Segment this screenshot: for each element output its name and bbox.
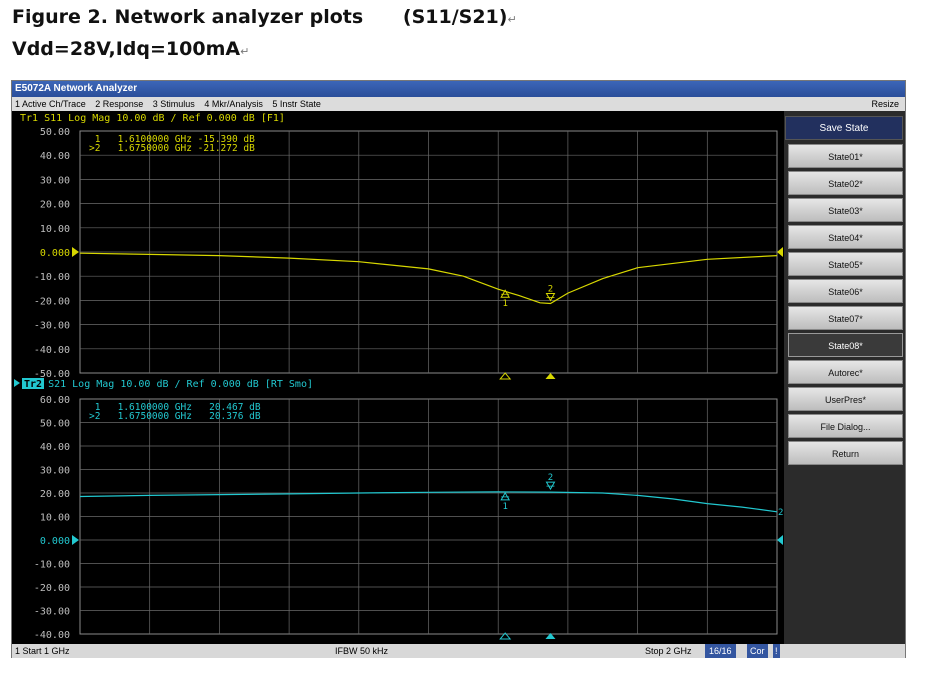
s21-y-tick-label: 60.00 (40, 395, 70, 406)
s21-y-tick-label: 10.00 (40, 513, 70, 524)
conditions-caption-text: Vdd=28V,Idq=100mA (12, 38, 241, 60)
s21-trace-end-label: 2 (778, 508, 783, 518)
s11-y-tick-label: -10.00 (34, 272, 70, 283)
s21-y-tick-label: 0.000 (40, 536, 70, 547)
s21-y-tick-label: -40.00 (34, 630, 70, 641)
s21-y-tick-label: 30.00 (40, 466, 70, 477)
trace-display: Tr1 S11 Log Mag 10.00 dB / Ref 0.000 dB … (14, 113, 783, 641)
s11-trace-id[interactable]: Tr1 (20, 113, 38, 124)
s11-y-tick-label: 50.00 (40, 127, 70, 138)
s21-reference-arrow-left-icon (72, 535, 79, 545)
measurement-screen: Tr1 S11 Log Mag 10.00 dB / Ref 0.000 dB … (12, 111, 784, 644)
conditions-caption: Vdd=28V,Idq=100mA↵ (12, 38, 249, 60)
s11-y-tick-label: 10.00 (40, 224, 70, 235)
return-mark-icon: ↵ (507, 13, 517, 26)
s11-y-tick-label: -20.00 (34, 296, 70, 307)
sweep-count-badge: 16/16 (705, 644, 736, 658)
s21-trace-id[interactable]: Tr2 (24, 379, 42, 390)
s21-marker-1-label: 1 (502, 502, 507, 512)
menu-response[interactable]: 2 Response (95, 99, 143, 109)
softkey-file-dialog[interactable]: File Dialog... (788, 414, 903, 438)
softkey-state04[interactable]: State04* (788, 225, 903, 249)
softkey-title: Save State (785, 116, 903, 140)
softkey-panel: Save State State01* State02* State03* St… (784, 111, 905, 644)
s11-marker-1-position-icon (499, 372, 512, 380)
network-analyzer-window: E5072A Network Analyzer 1 Active Ch/Trac… (11, 80, 906, 658)
softkey-state07[interactable]: State07* (788, 306, 903, 330)
s11-trace-header: Tr1 S11 Log Mag 10.00 dB / Ref 0.000 dB … (20, 113, 285, 124)
menu-active-ch-trace[interactable]: 1 Active Ch/Trace (15, 99, 86, 109)
s21-trace-settings: S21 Log Mag 10.00 dB / Ref 0.000 dB [RT … (42, 379, 313, 390)
window-title: E5072A Network Analyzer (12, 81, 905, 97)
menu-stimulus[interactable]: 3 Stimulus (153, 99, 195, 109)
return-mark-icon: ↵ (240, 45, 250, 58)
s11-y-tick-label: 40.00 (40, 151, 70, 162)
s21-reference-arrow-right-icon (777, 535, 783, 545)
s11-y-tick-label: 20.00 (40, 200, 70, 211)
s21-y-tick-label: 50.00 (40, 419, 70, 430)
correction-badge: Cor (747, 644, 768, 658)
s21-marker-readout: >2 1.6750000 GHz 20.376 dB (89, 411, 261, 422)
s11-y-tick-label: 0.000 (40, 248, 70, 259)
s21-y-tick-label: 20.00 (40, 489, 70, 500)
softkey-state08[interactable]: State08* (788, 333, 903, 357)
figure-caption: Figure 2. Network analyzer plots (S11/S2… (12, 6, 517, 28)
menu-bar: 1 Active Ch/Trace 2 Response 3 Stimulus … (12, 97, 905, 111)
stop-frequency[interactable]: Stop 2 GHz (645, 644, 692, 658)
s11-y-tick-label: 30.00 (40, 175, 70, 186)
softkey-state03[interactable]: State03* (788, 198, 903, 222)
s11-reference-arrow-right-icon (777, 247, 783, 257)
s11-reference-arrow-left-icon (72, 247, 79, 257)
s21-y-tick-label: -30.00 (34, 607, 70, 618)
s11-marker-2-position-icon (545, 373, 556, 379)
s11-trace-settings: S11 Log Mag 10.00 dB / Ref 0.000 dB [F1] (38, 113, 285, 124)
softkey-state05[interactable]: State05* (788, 252, 903, 276)
s11-marker-readout: >2 1.6750000 GHz -21.272 dB (89, 143, 255, 154)
softkey-autorec[interactable]: Autorec* (788, 360, 903, 384)
softkey-return[interactable]: Return (788, 441, 903, 465)
s21-y-tick-label: -10.00 (34, 560, 70, 571)
ifbw-value[interactable]: IFBW 50 kHz (335, 644, 388, 658)
softkey-userpres[interactable]: UserPres* (788, 387, 903, 411)
status-bar: 1 Start 1 GHz IFBW 50 kHz Stop 2 GHz 16/… (12, 644, 905, 658)
s21-marker-1-icon (500, 491, 511, 501)
s21-y-tick-label: -20.00 (34, 583, 70, 594)
s21-y-tick-label: 40.00 (40, 442, 70, 453)
menu-instr-state[interactable]: 5 Instr State (272, 99, 321, 109)
resize-button[interactable]: Resize (871, 97, 899, 111)
s21-active-trace-arrow-icon (14, 379, 20, 387)
warning-badge: ! (773, 644, 780, 658)
start-frequency[interactable]: 1 Start 1 GHz (15, 644, 70, 658)
menu-mkr-analysis[interactable]: 4 Mkr/Analysis (204, 99, 263, 109)
s11-y-tick-label: -40.00 (34, 345, 70, 356)
softkey-state02[interactable]: State02* (788, 171, 903, 195)
softkey-state06[interactable]: State06* (788, 279, 903, 303)
figure-caption-text: Figure 2. Network analyzer plots (S11/S2… (12, 6, 508, 28)
s11-marker-2-icon (545, 292, 556, 302)
s11-y-tick-label: -30.00 (34, 321, 70, 332)
s21-marker-2-icon (545, 481, 556, 491)
s21-trace-header: Tr2 S21 Log Mag 10.00 dB / Ref 0.000 dB … (24, 379, 313, 390)
softkey-state01[interactable]: State01* (788, 144, 903, 168)
s11-marker-1-label: 1 (502, 299, 507, 309)
